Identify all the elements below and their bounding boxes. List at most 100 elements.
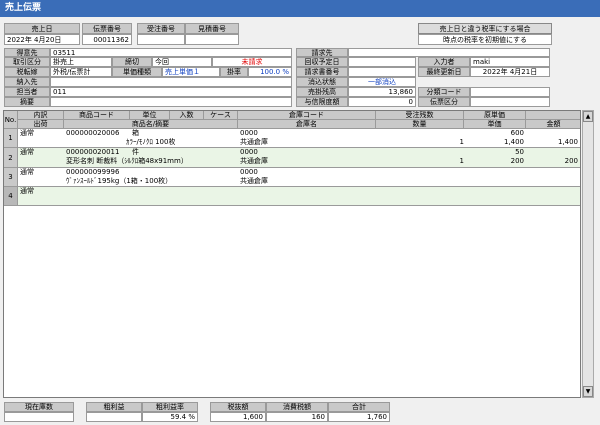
category-code-field[interactable] — [470, 87, 550, 97]
pretax-value: 1,600 — [210, 412, 266, 422]
last-updated-label: 最終更新日 — [418, 67, 470, 77]
sales-balance-field: 13,860 — [348, 87, 416, 97]
scroll-down-icon[interactable]: ▼ — [583, 386, 593, 397]
warehouse-name: 共通倉庫 — [240, 157, 268, 165]
line-items-grid[interactable]: No. 内訳 商品コード 単位 入数 ケース 倉庫コード 受注残数 原単価 出荷… — [3, 110, 581, 398]
cost-price[interactable]: 50 — [466, 148, 524, 157]
gross-margin-value: 59.4 % — [142, 412, 198, 422]
credit-limit-field: 0 — [348, 97, 416, 107]
table-row[interactable]: 通常 — [18, 187, 580, 206]
product-code[interactable]: 000000020006 — [66, 129, 119, 138]
price-type-field[interactable]: 売上単価１ — [162, 67, 220, 77]
slip-no-field[interactable]: 00011362 — [82, 34, 132, 45]
row-number[interactable]: 2 — [4, 148, 18, 168]
product-code[interactable]: 000000020011 — [66, 148, 119, 157]
table-row[interactable]: 通常 000000020006 箱 ｶﾗｰ/ﾓﾉｸﾛ 100枚 0000 共通倉… — [18, 129, 580, 148]
invoice-no-field[interactable] — [348, 67, 416, 77]
col-order-remaining-header: 受注残数 — [376, 111, 464, 120]
delivery-label: 納入先 — [4, 77, 50, 87]
row-type: 通常 — [20, 187, 34, 195]
rate-field[interactable]: 100.0 % — [248, 67, 292, 77]
unbilled-status: 未請求 — [212, 57, 292, 67]
billing-field[interactable] — [348, 48, 550, 57]
slip-no-label: 伝票番号 — [82, 23, 132, 34]
collection-date-field[interactable] — [348, 57, 416, 67]
table-row[interactable]: 通常 000000099996 ｳﾞｧﾝｽｰﾙﾄﾞ195kg（1箱・100枚） … — [18, 168, 580, 187]
slip-category-field[interactable] — [470, 97, 550, 107]
clear-status-label: 消込状態 — [296, 77, 348, 87]
staff-label: 担当者 — [4, 87, 50, 97]
col-unit-header: 単位 — [130, 111, 170, 120]
customer-code: 03511 — [53, 49, 76, 57]
inputter-field[interactable]: maki — [470, 57, 550, 67]
row-number[interactable]: 4 — [4, 187, 18, 206]
col-no-header: No. — [4, 111, 18, 129]
summary-field[interactable] — [50, 97, 292, 107]
col-shipment-header: 出荷 — [18, 120, 64, 129]
stock-label: 現在庫数 — [4, 402, 74, 412]
delivery-field[interactable] — [50, 77, 292, 87]
product-name[interactable]: ｳﾞｧﾝｽｰﾙﾄﾞ195kg（1箱・100枚） — [66, 177, 236, 186]
sales-date-label: 売上日 — [4, 23, 80, 34]
summary-label: 摘要 — [4, 97, 50, 107]
tax-label: 消費税額 — [266, 402, 328, 412]
gross-margin-label: 粗利益率 — [142, 402, 198, 412]
col-amount-header: 金額 — [526, 120, 580, 129]
col-product-code-header: 商品コード — [64, 111, 130, 120]
col-quantity-header: 数量 — [376, 120, 464, 129]
customer-label: 得意先 — [4, 48, 50, 57]
transaction-type-field[interactable]: 掛売上 — [50, 57, 112, 67]
row-type: 通常 — [20, 148, 34, 156]
scroll-up-icon[interactable]: ▲ — [583, 111, 593, 122]
unit-price[interactable]: 1,400 — [466, 138, 524, 147]
sales-date-field[interactable]: 2022年 4月20日 — [4, 34, 80, 45]
warehouse-name: 共通倉庫 — [240, 138, 268, 146]
product-code[interactable]: 000000099996 — [66, 168, 119, 177]
order-no-field[interactable] — [137, 34, 185, 45]
estimate-no-field[interactable] — [185, 34, 239, 45]
tax-calc-field[interactable]: 外税/伝票計 — [50, 67, 112, 77]
col-warehouse-code-header: 倉庫コード — [238, 111, 376, 120]
estimate-no-label: 見積番号 — [185, 23, 239, 34]
closing-field[interactable]: 今回 — [152, 57, 212, 67]
unit[interactable]: 箱 — [132, 129, 139, 138]
product-spec[interactable]: ｶﾗｰ/ﾓﾉｸﾛ 100枚 — [126, 138, 175, 147]
unit-price[interactable]: 200 — [466, 157, 524, 166]
pretax-label: 税抜額 — [210, 402, 266, 412]
customer-field[interactable]: 03511 — [50, 48, 292, 57]
col-case-header: ケース — [204, 111, 238, 120]
row-number[interactable]: 3 — [4, 168, 18, 187]
transaction-type-label: 取引区分 — [4, 57, 50, 67]
window-title: 売上伝票 — [0, 0, 600, 17]
invoice-no-label: 請求書番号 — [296, 67, 348, 77]
staff-code: 011 — [53, 88, 67, 96]
tax-rate-button[interactable]: 売上日と違う税率にする場合 — [418, 23, 552, 34]
amount: 1,400 — [557, 138, 578, 146]
grid-scrollbar[interactable]: ▲ ▼ — [582, 110, 594, 398]
inputter-label: 入力者 — [418, 57, 470, 67]
price-type-label: 単価種類 — [112, 67, 162, 77]
warehouse-code[interactable]: 0000 — [240, 168, 258, 177]
col-unit-price-header: 単価 — [464, 120, 526, 129]
total-value: 1,760 — [328, 412, 390, 422]
warehouse-code[interactable]: 0000 — [240, 129, 258, 138]
unit[interactable]: 件 — [132, 148, 139, 157]
collection-date-label: 回収予定日 — [296, 57, 348, 67]
gross-profit-label: 粗利益 — [86, 402, 142, 412]
warehouse-code[interactable]: 0000 — [240, 148, 258, 157]
row-number[interactable]: 1 — [4, 129, 18, 148]
last-updated-field: 2022年 4月21日 — [470, 67, 550, 77]
cost-price[interactable]: 600 — [466, 129, 524, 138]
table-row[interactable]: 通常 000000020011 件 変形名刺 断裁料（ｼﾙｸﾛ箱48x91mm）… — [18, 148, 580, 168]
quantity[interactable]: 1 — [376, 138, 464, 147]
row-type: 通常 — [20, 168, 34, 176]
col-blank-header — [526, 111, 580, 120]
row-type: 通常 — [20, 129, 34, 137]
col-breakdown-header: 内訳 — [18, 111, 64, 120]
staff-field[interactable]: 011 — [50, 87, 292, 97]
tax-rate-note: 時点の税率を初期値にする — [418, 34, 552, 45]
quantity[interactable]: 1 — [376, 157, 464, 166]
product-name[interactable]: 変形名刺 断裁料（ｼﾙｸﾛ箱48x91mm） — [66, 157, 236, 166]
sales-balance-label: 売掛残高 — [296, 87, 348, 97]
category-code-label: 分類コード — [418, 87, 470, 97]
